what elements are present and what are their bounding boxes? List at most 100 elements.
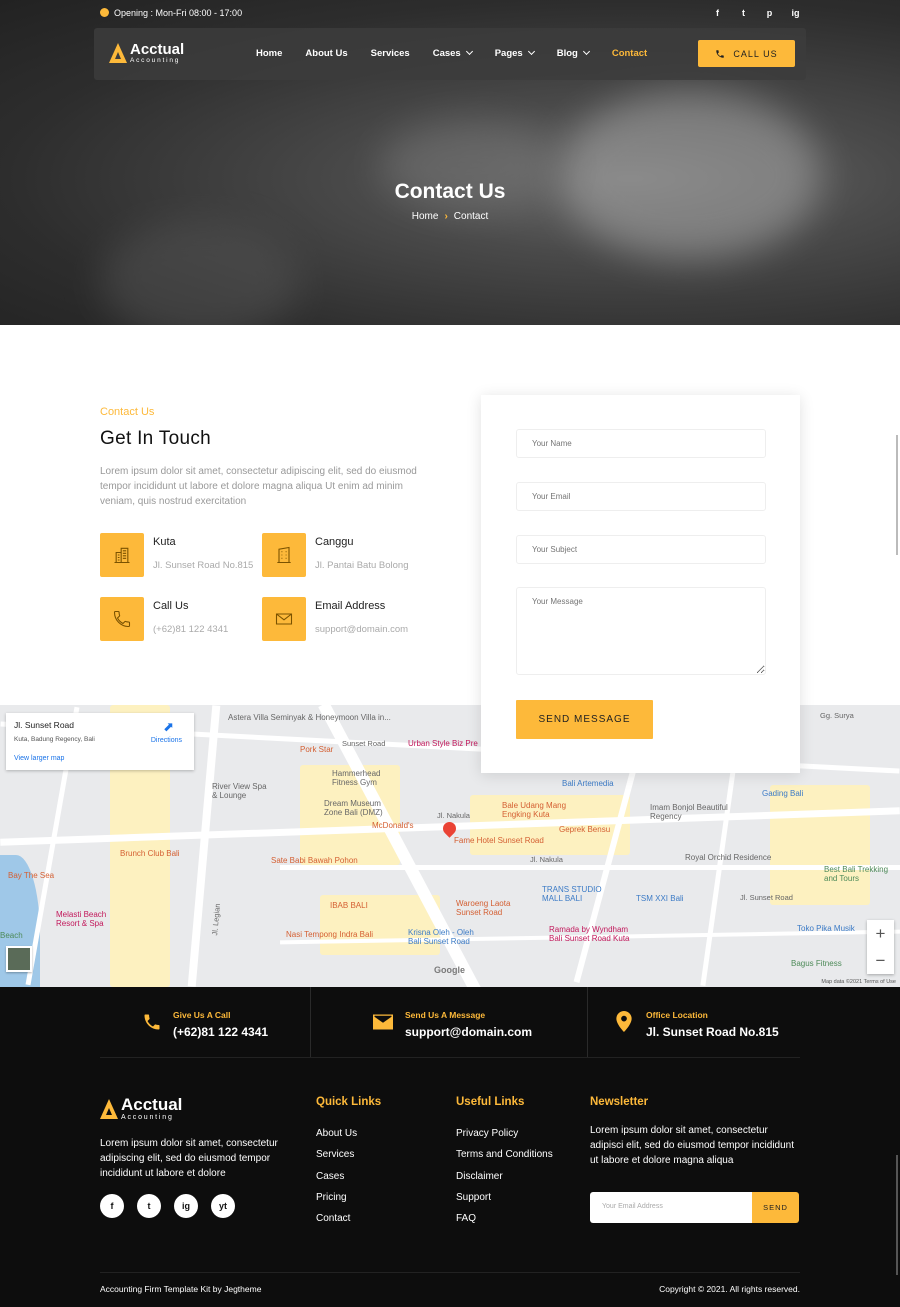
twitter-icon[interactable]: t bbox=[137, 1194, 161, 1218]
nav-blog[interactable]: Blog bbox=[557, 47, 590, 59]
map-label: Sunset Road bbox=[342, 739, 386, 748]
footer-credit: Accounting Firm Template Kit by Jegtheme bbox=[100, 1284, 262, 1294]
envelope-icon bbox=[262, 597, 306, 641]
section-label: Contact Us bbox=[100, 406, 155, 418]
zoom-out-button[interactable]: − bbox=[867, 947, 894, 974]
breadcrumb-current: Contact bbox=[453, 211, 489, 222]
footer-logo[interactable]: Acctual Accounting bbox=[100, 1096, 182, 1121]
breadcrumb-home[interactable]: Home bbox=[412, 211, 439, 222]
chevron-down-icon bbox=[527, 47, 535, 56]
chevron-down-icon bbox=[465, 47, 473, 56]
newsletter-send-button[interactable]: SEND bbox=[752, 1192, 799, 1223]
newsletter-email-input[interactable]: Your Email Address bbox=[590, 1192, 752, 1223]
footer-social-links: f t ig yt bbox=[100, 1194, 235, 1218]
quick-link-services[interactable]: Services bbox=[316, 1144, 357, 1165]
scrollbar[interactable] bbox=[896, 435, 898, 555]
map-label: Waroeng Laota Sunset Road bbox=[456, 899, 511, 917]
map-label: Jl. Sunset Road bbox=[740, 893, 793, 902]
logo-name: Acctual bbox=[130, 41, 185, 58]
quick-link-cases[interactable]: Cases bbox=[316, 1166, 357, 1187]
info-call: Call Us (+62)81 122 4341 bbox=[100, 597, 260, 647]
hero-banner: Opening : Mon-Fri 08:00 - 17:00 f t p ig… bbox=[0, 0, 900, 325]
map-label: Ramada by Wyndham Bali Sunset Road Kuta bbox=[549, 925, 630, 943]
clock-icon bbox=[100, 8, 109, 17]
divider bbox=[100, 1057, 800, 1058]
logo-name: Acctual bbox=[121, 1095, 183, 1114]
footer-location-label: Office Location bbox=[646, 1010, 708, 1020]
instagram-icon[interactable]: ig bbox=[791, 8, 800, 18]
map-label: Toko Pika Musik bbox=[797, 924, 855, 933]
zoom-in-button[interactable]: + bbox=[867, 920, 894, 947]
map-label: Imam Bonjol Beautiful Regency bbox=[650, 803, 728, 821]
footer-call-value[interactable]: (+62)81 122 4341 bbox=[173, 1025, 268, 1039]
map-label: Nasi Tempong Indra Bali bbox=[286, 930, 374, 939]
facebook-icon[interactable]: f bbox=[713, 8, 722, 18]
google-logo: Google bbox=[434, 965, 465, 975]
nav-about[interactable]: About Us bbox=[305, 48, 347, 59]
scrollbar[interactable] bbox=[896, 1155, 898, 1275]
name-input[interactable] bbox=[516, 429, 766, 458]
opening-hours: Opening : Mon-Fri 08:00 - 17:00 bbox=[114, 8, 243, 18]
send-message-button[interactable]: SEND MESSAGE bbox=[516, 700, 653, 739]
nav-cases[interactable]: Cases bbox=[433, 47, 473, 59]
instagram-icon[interactable]: ig bbox=[174, 1194, 198, 1218]
hero-bg-shape bbox=[560, 90, 820, 260]
info-title: Call Us bbox=[153, 600, 189, 612]
info-canggu: Canggu Jl. Pantai Batu Bolong bbox=[262, 533, 422, 583]
phone-icon bbox=[716, 49, 725, 58]
useful-link-support[interactable]: Support bbox=[456, 1187, 553, 1208]
map-label: Bale Udang Mang Engking Kuta bbox=[502, 801, 567, 819]
contact-form: SEND MESSAGE bbox=[481, 395, 800, 773]
directions-icon[interactable]: ⬈ bbox=[163, 719, 174, 735]
nav-pages[interactable]: Pages bbox=[495, 47, 535, 59]
nav-contact[interactable]: Contact bbox=[612, 48, 647, 59]
map-label: Fame Hotel Sunset Road bbox=[454, 836, 544, 845]
map-label: Gg. Surya bbox=[820, 711, 854, 720]
pinterest-icon[interactable]: p bbox=[765, 8, 774, 18]
map-info-card: Jl. Sunset Road Kuta, Badung Regency, Ba… bbox=[6, 713, 194, 770]
office-icon bbox=[262, 533, 306, 577]
site-logo[interactable]: Acctual Accounting bbox=[109, 42, 184, 65]
quick-link-pricing[interactable]: Pricing bbox=[316, 1187, 357, 1208]
view-larger-map-link[interactable]: View larger map bbox=[14, 755, 64, 762]
info-subtitle: Jl. Pantai Batu Bolong bbox=[315, 560, 409, 571]
footer-about-text: Lorem ipsum dolor sit amet, consectetur … bbox=[100, 1138, 278, 1179]
useful-link-privacy[interactable]: Privacy Policy bbox=[456, 1123, 553, 1144]
email-input[interactable] bbox=[516, 482, 766, 511]
map-label: Bay The Sea bbox=[8, 871, 55, 880]
map-type-toggle[interactable] bbox=[6, 946, 32, 972]
directions-link[interactable]: Directions bbox=[151, 737, 182, 744]
info-email: Email Address support@domain.com bbox=[262, 597, 422, 647]
message-textarea[interactable] bbox=[516, 587, 766, 675]
twitter-icon[interactable]: t bbox=[739, 8, 748, 18]
newsletter-title: Newsletter bbox=[590, 1096, 649, 1108]
map-label: TRANS STUDIO MALL BALI bbox=[542, 885, 602, 903]
map-label: Geprek Bensu bbox=[559, 825, 611, 834]
map-card-title: Jl. Sunset Road bbox=[14, 720, 75, 730]
info-title: Canggu bbox=[315, 536, 354, 548]
quick-link-contact[interactable]: Contact bbox=[316, 1208, 357, 1229]
phone-icon bbox=[144, 1014, 160, 1030]
section-description: Lorem ipsum dolor sit amet, consectetur … bbox=[100, 466, 417, 507]
phone-icon bbox=[100, 597, 144, 641]
quick-link-about[interactable]: About Us bbox=[316, 1123, 357, 1144]
map-label: Jl. Legian bbox=[210, 903, 222, 936]
call-us-button[interactable]: CALL US bbox=[698, 40, 795, 67]
hero-bg-shape bbox=[100, 220, 300, 325]
nav-home[interactable]: Home bbox=[256, 48, 282, 59]
map-label: River View Spa & Lounge bbox=[212, 782, 267, 800]
map-label: Best Bali Trekking and Tours bbox=[824, 865, 889, 883]
facebook-icon[interactable]: f bbox=[100, 1194, 124, 1218]
useful-link-faq[interactable]: FAQ bbox=[456, 1208, 553, 1229]
useful-link-terms[interactable]: Terms and Conditions bbox=[456, 1144, 553, 1165]
useful-link-disclaimer[interactable]: Disclaimer bbox=[456, 1166, 553, 1187]
nav-services[interactable]: Services bbox=[371, 48, 410, 59]
footer-location: Office Location Jl. Sunset Road No.815 bbox=[616, 987, 894, 1057]
map-label: Dream Museum Zone Bali (DMZ) bbox=[324, 799, 383, 817]
map-card-subtitle: Kuta, Badung Regency, Bali bbox=[14, 736, 95, 743]
subject-input[interactable] bbox=[516, 535, 766, 564]
map-label: Melasti Beach Resort & Spa bbox=[56, 910, 107, 928]
map-label: Gading Bali bbox=[762, 789, 804, 798]
youtube-icon[interactable]: yt bbox=[211, 1194, 235, 1218]
footer-message-value[interactable]: support@domain.com bbox=[405, 1025, 532, 1039]
